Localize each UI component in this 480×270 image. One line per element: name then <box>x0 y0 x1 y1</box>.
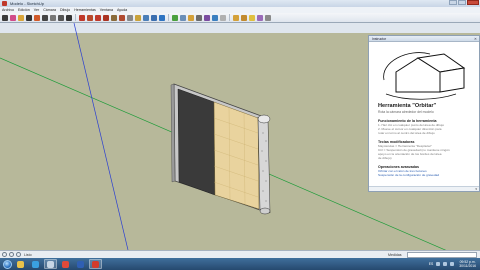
status-bar: Listo Medidas <box>0 250 480 258</box>
warehouse-icon[interactable] <box>265 14 271 21</box>
pan-icon[interactable] <box>180 14 186 21</box>
rotate-icon[interactable] <box>95 14 101 21</box>
clock[interactable]: 09:52 p.m. 30/11/2016 <box>459 260 476 268</box>
minimize-button[interactable] <box>449 0 457 5</box>
components-icon[interactable] <box>233 14 239 21</box>
scale-icon[interactable] <box>111 14 117 21</box>
instructor-content: Herramienta "Orbitar" Rota la cámara alr… <box>378 103 478 177</box>
panel-close-icon[interactable]: ✕ <box>474 37 477 41</box>
title-bar: Modelo - SketchUp <box>0 0 480 7</box>
previous-view-icon[interactable] <box>212 14 218 21</box>
taskbar-sketchup-window[interactable] <box>44 259 57 269</box>
instructor-title: Instructor <box>372 36 387 41</box>
paint-icon[interactable] <box>18 14 24 21</box>
taskbar-word[interactable] <box>74 259 87 269</box>
move-icon[interactable] <box>79 14 85 21</box>
menu-edicion[interactable]: Edición <box>18 8 30 12</box>
sky <box>0 23 480 33</box>
toolbar-separator <box>75 14 76 21</box>
freehand-icon[interactable] <box>66 14 72 21</box>
taskbar-sketchup[interactable] <box>89 259 102 269</box>
instructor-header: Instructor <box>369 36 479 42</box>
offset-icon[interactable] <box>119 14 125 21</box>
measurements-label: Medidas <box>388 253 402 257</box>
toolbar-separator <box>229 14 230 21</box>
window-title: Modelo - SketchUp <box>10 1 45 6</box>
text-icon[interactable] <box>151 14 157 21</box>
menu-ayuda[interactable]: Ayuda <box>117 8 127 12</box>
chrome-icon <box>62 260 69 268</box>
styles-icon[interactable] <box>249 14 255 21</box>
start-button[interactable] <box>3 259 12 269</box>
door-roll <box>257 116 271 214</box>
light-panel <box>213 101 260 210</box>
zoom-extents-icon[interactable] <box>204 14 210 21</box>
menu-ventana[interactable]: Ventana <box>100 8 113 12</box>
advanced-link[interactable]: Suspensión de la configuración de graved… <box>378 173 478 177</box>
instructor-panel: Instructor ✕ Herramienta "Orbitar" Rota … <box>368 35 480 192</box>
window-controls <box>449 0 479 5</box>
dimension-icon[interactable] <box>135 14 141 21</box>
window-icon <box>47 260 54 268</box>
followme-icon[interactable] <box>103 14 109 21</box>
pushpull-icon[interactable] <box>87 14 93 21</box>
layers-icon[interactable] <box>257 14 263 21</box>
roll-bottom-cap <box>259 207 271 215</box>
select-icon[interactable] <box>2 14 8 21</box>
taskbar-media-player[interactable] <box>29 259 42 269</box>
eraser-icon[interactable] <box>10 14 16 21</box>
orbit-illustration <box>383 52 466 100</box>
credits-icon[interactable] <box>9 252 14 257</box>
language-indicator[interactable]: ES <box>429 262 434 266</box>
protractor-icon[interactable] <box>143 14 149 21</box>
dark-glass-panel <box>177 88 216 196</box>
close-button[interactable] <box>467 0 479 5</box>
materials-icon[interactable] <box>241 14 247 21</box>
panel-resize-icon[interactable]: ▾ <box>475 187 477 191</box>
menu-ver[interactable]: Ver <box>34 8 39 12</box>
geolocation-icon[interactable] <box>2 252 7 257</box>
roll-top-cap <box>257 114 271 124</box>
polygon-icon[interactable] <box>58 14 64 21</box>
menu-herramientas[interactable]: Herramientas <box>74 8 96 12</box>
section-operation-line: rotar en torno al centro del área de dib… <box>378 131 435 135</box>
taskbar-chrome[interactable] <box>59 259 72 269</box>
axes-icon[interactable] <box>159 14 165 21</box>
network-icon[interactable] <box>443 262 448 266</box>
next-view-icon[interactable] <box>220 14 226 21</box>
word-icon <box>77 260 84 268</box>
rectangle-icon[interactable] <box>42 14 48 21</box>
zoom-window-icon[interactable] <box>196 14 202 21</box>
tray-arrow-icon[interactable] <box>436 262 441 266</box>
menu-dibujo[interactable]: Dibujo <box>60 8 70 12</box>
maximize-button[interactable] <box>458 0 466 5</box>
menu-archivo[interactable]: Archivo <box>2 8 14 12</box>
orbit-icon[interactable] <box>172 14 178 21</box>
explorer-icon <box>17 260 24 268</box>
arc-icon[interactable] <box>34 14 40 21</box>
clock-date: 30/11/2016 <box>459 264 476 268</box>
taskbar: ES 09:52 p.m. 30/11/2016 <box>0 258 480 270</box>
main-toolbar <box>0 13 480 23</box>
tool-title: Herramienta "Orbitar" <box>378 103 437 109</box>
zoom-icon[interactable] <box>188 14 194 21</box>
media-player-icon <box>32 260 39 268</box>
taskbar-explorer[interactable] <box>14 259 27 269</box>
system-tray: ES 09:52 p.m. 30/11/2016 <box>429 259 476 269</box>
sketchup-icon <box>92 260 99 268</box>
circle-icon[interactable] <box>50 14 56 21</box>
tape-icon[interactable] <box>127 14 133 21</box>
sketchup-logo-icon <box>2 1 7 6</box>
panel-footer: ▾ <box>369 186 479 191</box>
help-icon[interactable] <box>16 252 21 257</box>
tool-subtitle: Rota la cámara alrededor del modelo <box>378 110 434 114</box>
volume-icon[interactable] <box>450 262 455 266</box>
menu-camara[interactable]: Cámara <box>43 8 56 12</box>
section-modifiers-line: de dibujo) <box>378 156 392 160</box>
status-text: Listo <box>24 252 32 257</box>
line-icon[interactable] <box>26 14 32 21</box>
toolbar-separator <box>168 14 169 21</box>
